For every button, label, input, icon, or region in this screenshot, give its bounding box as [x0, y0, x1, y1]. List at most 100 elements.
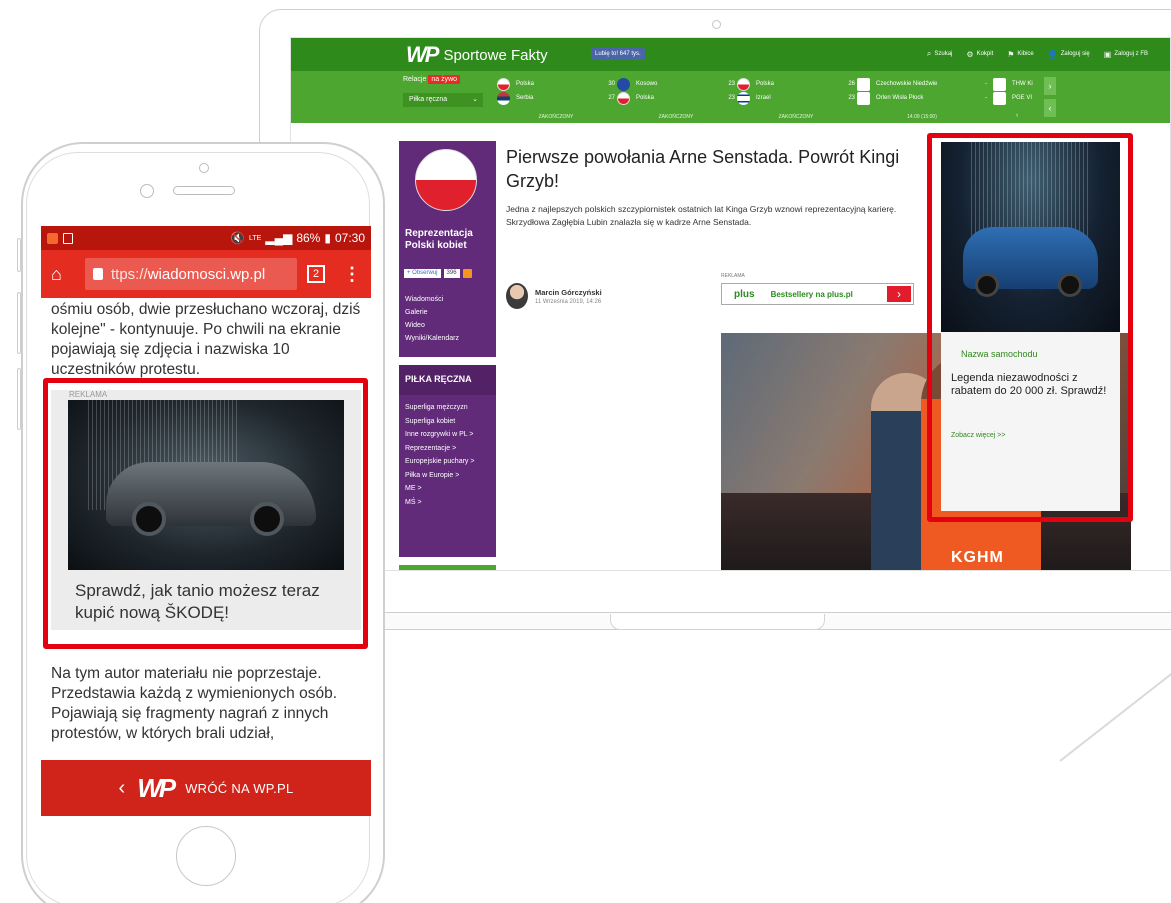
promo-link[interactable]: Wiadomości	[405, 293, 459, 306]
header-link-login-fb[interactable]: ▣ Zaloguj z FB	[1104, 49, 1148, 59]
author-block[interactable]: Marcin Górczyński 11 Września 2019, 14:2…	[506, 283, 602, 309]
battery-icon: ▮	[324, 231, 331, 245]
section-link[interactable]: MŚ >	[405, 496, 474, 510]
section-links: Superliga mężczyzn Superliga kobiet Inne…	[405, 401, 474, 509]
section-link[interactable]: Piłka w Europie >	[405, 469, 474, 483]
poland-flag-icon	[415, 149, 477, 211]
promo-title[interactable]: Reprezentacja Polski kobiet	[405, 228, 496, 252]
score-home: -	[985, 81, 987, 87]
follow-count: 396	[443, 269, 460, 278]
match-card[interactable]: Polska 26 Izrael 23 ZAKOŃCZONY	[737, 77, 855, 120]
rss-icon[interactable]	[462, 269, 472, 278]
site-logo[interactable]: WP Sportowe Fakty	[406, 42, 548, 68]
flag-icon: ⚑	[1007, 49, 1015, 59]
gear-icon: ⚙	[966, 49, 974, 59]
plus-logo: plus	[734, 288, 755, 300]
score-away: 23	[728, 95, 735, 101]
left-sidebar: Reprezentacja Polski kobiet + Obserwuj 3…	[399, 141, 496, 570]
score-home: 23	[728, 81, 735, 87]
team-home: Polska	[756, 81, 775, 87]
header-link-kokpit[interactable]: ⚙ Kokpit	[966, 49, 993, 59]
sidebar-green-block	[399, 565, 496, 570]
promo-link[interactable]: Wyniki/Kalendarz	[405, 332, 459, 345]
header-link-search[interactable]: ⌕ Szukaj	[927, 49, 953, 59]
phone-volume-up	[17, 292, 21, 354]
header-link-kibice[interactable]: ⚑ Kibice	[1007, 49, 1034, 59]
section-link[interactable]: Superliga mężczyzn	[405, 401, 474, 415]
author-name: Marcin Górczyński	[535, 287, 602, 297]
search-icon: ⌕	[926, 49, 932, 58]
url-scheme: ttps://	[111, 265, 148, 283]
section-link[interactable]: Europejskie puchary >	[405, 455, 474, 469]
team-home: Polska	[516, 81, 535, 87]
laptop-camera	[712, 20, 721, 29]
match-card[interactable]: THW Ki PGE VI 1	[993, 77, 1041, 117]
match-status: ZAKOŃCZONY	[658, 114, 694, 120]
gallery-notification-icon	[63, 232, 73, 244]
team-home: Kosowo	[636, 81, 658, 87]
header-link-label: Szukaj	[934, 51, 953, 57]
header-links: ⌕ Szukaj ⚙ Kokpit ⚑ Kibice 👤 Zaloguj się ▣ Za…	[927, 49, 1148, 59]
score-away: 23	[848, 95, 855, 101]
score-home: 30	[608, 81, 615, 87]
section-link[interactable]: ME >	[405, 482, 474, 496]
header-link-label: Zaloguj z FB	[1114, 51, 1148, 57]
team-home: Czechowskie Niedźwie	[876, 81, 938, 87]
section-link[interactable]: Inne rozgrywki w PL >	[405, 428, 474, 442]
match-status: ZAKOŃCZONY	[538, 114, 574, 120]
live-badge: na żywo	[428, 75, 461, 84]
decorative-line	[1059, 667, 1171, 762]
tab-switcher-button[interactable]: 2	[307, 265, 325, 283]
poland-flag-icon	[617, 91, 630, 105]
more-vertical-icon[interactable]: ⋮	[343, 264, 361, 285]
match-card[interactable]: Polska 30 Serbia 27 ZAKOŃCZONY	[497, 77, 615, 120]
mockup-stage: WP Sportowe Fakty Lubię to! 647 tys. ⌕ Sz…	[0, 0, 1171, 903]
back-to-wp-bar[interactable]: ‹ WP WRÓĆ NA WP.PL	[41, 760, 371, 816]
plus-banner-ad[interactable]: plus Bestsellery na plus.pl ›	[721, 283, 914, 305]
live-label-text: Relacje	[403, 76, 427, 83]
section-link[interactable]: Superliga kobiet	[405, 415, 474, 429]
photo-sponsor-text: KGHM	[951, 549, 1004, 566]
plus-ad-text: Bestsellery na plus.pl	[770, 289, 853, 299]
follow-row: + Obserwuj 396	[404, 269, 472, 278]
header-link-label: Zaloguj się	[1060, 51, 1090, 57]
promo-link[interactable]: Wideo	[405, 319, 459, 332]
network-type: LTE	[249, 234, 262, 242]
follow-button[interactable]: + Obserwuj	[404, 269, 441, 278]
team-away: Serbia	[516, 95, 534, 101]
match-status: 14.09 (15:00)	[907, 114, 937, 120]
match-card[interactable]: Kosowo 23 Polska 23 ZAKOŃCZONY	[617, 77, 735, 120]
site-header: WP Sportowe Fakty Lubię to! 647 tys. ⌕ Sz…	[291, 38, 1170, 71]
header-link-login[interactable]: 👤 Zaloguj się	[1048, 49, 1090, 59]
phone-home-button[interactable]	[176, 826, 236, 886]
facebook-like-button[interactable]: Lubię to! 647 tys.	[591, 48, 645, 60]
section-link[interactable]: Reprezentacje >	[405, 442, 474, 456]
browser-toolbar: ⌂ ttps://wiadomosci.wp.pl 2 ⋮	[41, 250, 371, 298]
laptop-notch	[610, 614, 825, 630]
team-away: Orlen Wisła Płock	[876, 95, 924, 101]
scores-prev-button[interactable]: ‹	[1044, 99, 1056, 117]
home-icon[interactable]: ⌂	[51, 264, 77, 285]
phone-speaker	[173, 186, 235, 195]
author-meta: Marcin Górczyński 11 Września 2019, 14:2…	[535, 288, 602, 305]
phone-sensor	[199, 163, 209, 173]
article-text-before-ad: ośmiu osób, dwie przesłuchano wczoraj, d…	[51, 301, 361, 378]
match-card[interactable]: Czechowskie Niedźwie - Orlen Wisła Płock -…	[857, 77, 987, 120]
club-crest-icon	[857, 91, 870, 105]
header-link-label: Kokpit	[976, 51, 994, 57]
scores-next-button[interactable]: ›	[1044, 77, 1056, 95]
phone-camera	[140, 184, 154, 198]
battery-level: 86%	[296, 231, 321, 245]
section-title: PIŁKA RĘCZNA	[399, 365, 496, 395]
avatar	[506, 283, 528, 309]
article: Pierwsze powołania Arne Senstada. Powrót…	[506, 145, 1131, 570]
chevron-left-icon: ‹	[118, 776, 126, 799]
status-right: 🔇 LTE ▂▄▆ 86% ▮ 07:30	[230, 231, 365, 245]
israel-flag-icon	[737, 91, 750, 105]
address-bar[interactable]: ttps://wiadomosci.wp.pl	[85, 258, 297, 290]
highlight-frame-desktop-ad	[927, 133, 1133, 522]
clock: 07:30	[334, 231, 365, 245]
lock-icon	[93, 268, 103, 280]
promo-link[interactable]: Galerie	[405, 306, 459, 319]
sport-select[interactable]: Piłka ręczna ⌄	[403, 93, 483, 107]
